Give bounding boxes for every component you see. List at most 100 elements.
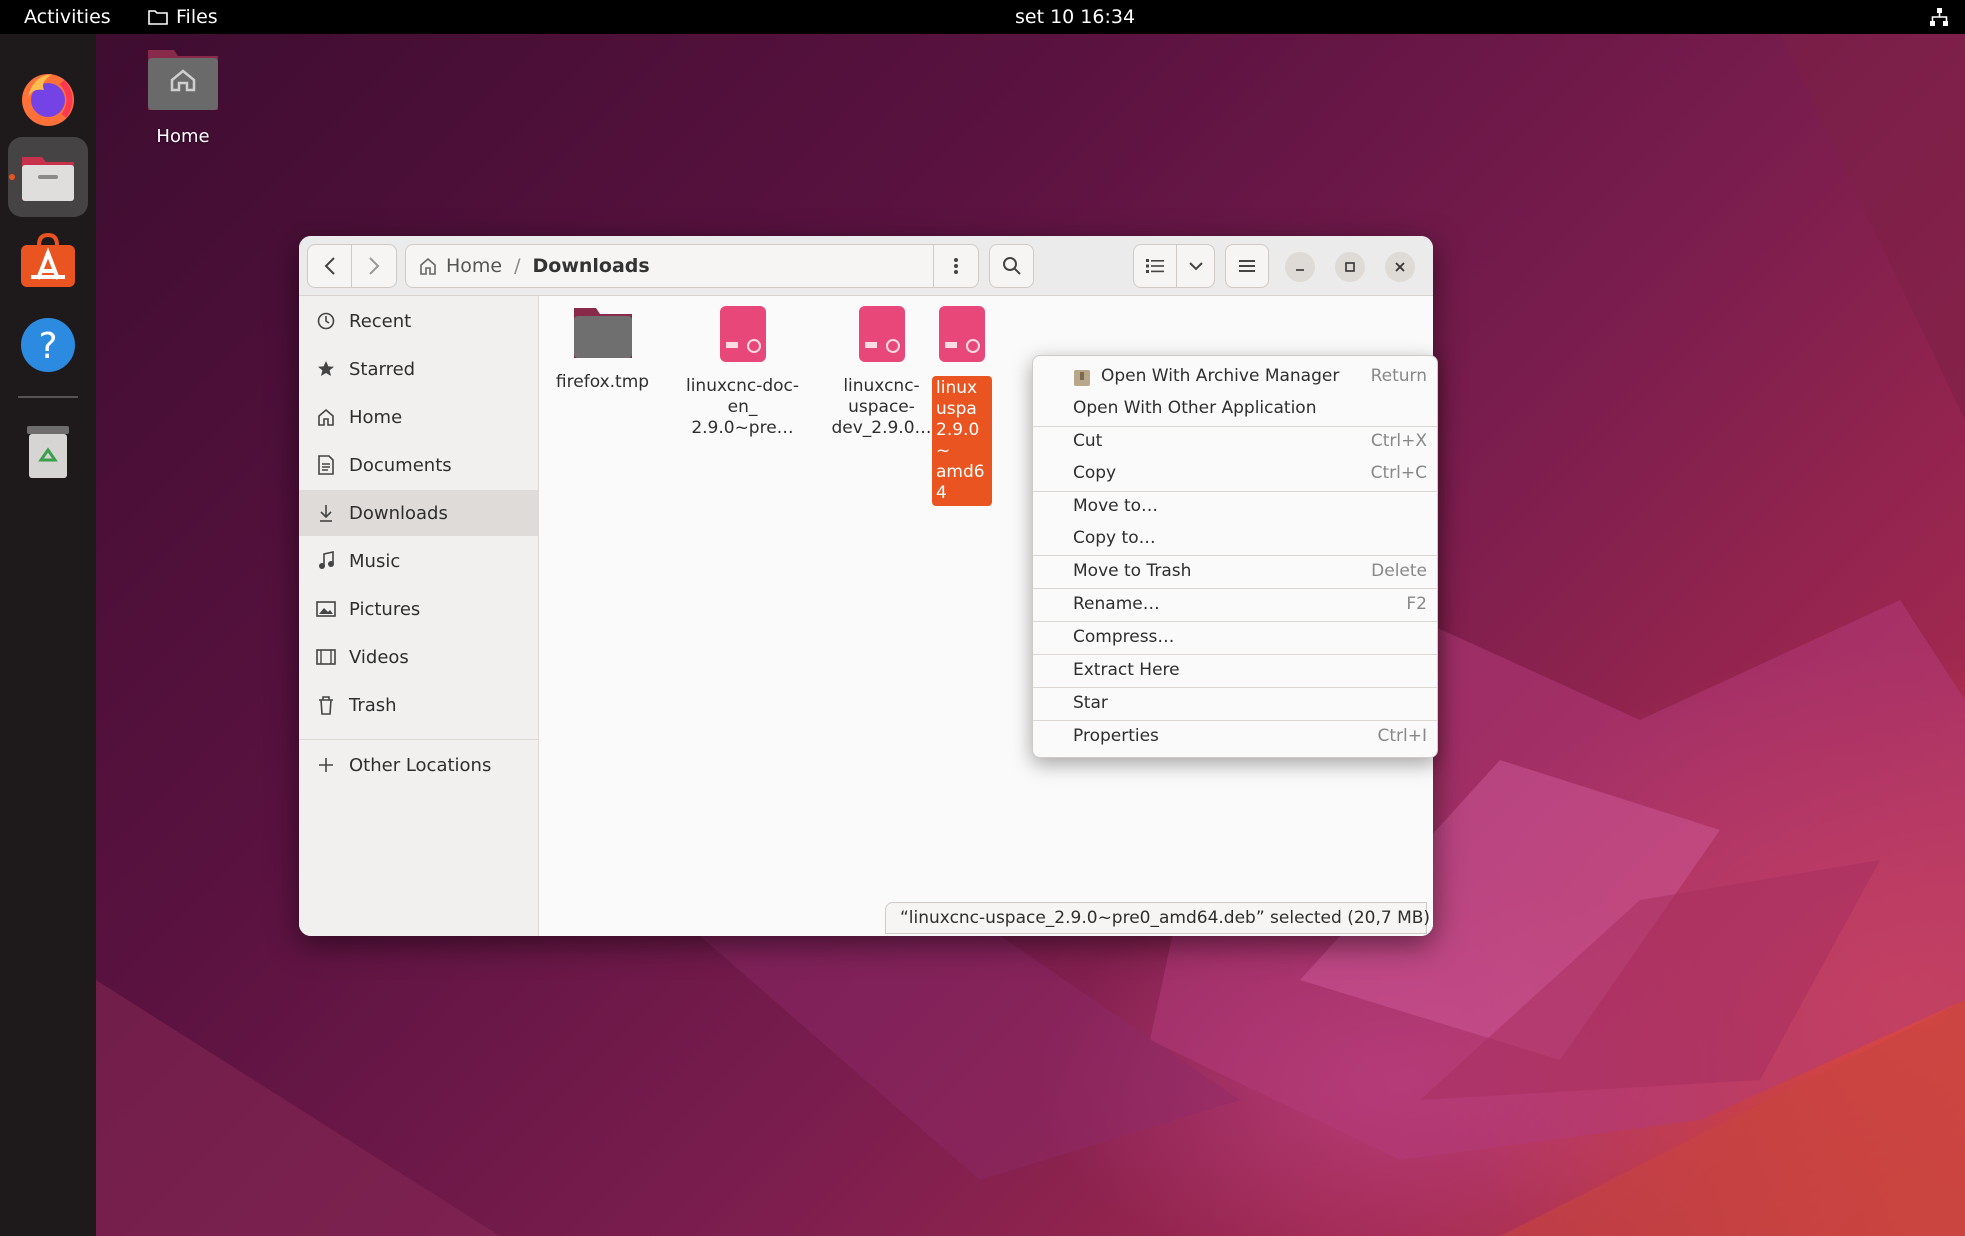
dock-help[interactable]: ? bbox=[8, 305, 88, 385]
menu-item-cut[interactable]: Cut Ctrl+X bbox=[1033, 425, 1437, 457]
menu-item-open-archive-manager[interactable]: Open With Archive Manager Return bbox=[1033, 360, 1437, 392]
dock-trash[interactable] bbox=[8, 412, 88, 492]
breadcrumb-home[interactable]: Home bbox=[418, 255, 502, 277]
trash-icon bbox=[27, 426, 69, 478]
desktop-home-icon[interactable]: Home bbox=[140, 46, 226, 147]
sidebar-item-home[interactable]: Home bbox=[299, 394, 538, 440]
network-icon[interactable] bbox=[1929, 7, 1949, 32]
menu-item-properties[interactable]: Properties Ctrl+I bbox=[1033, 720, 1437, 752]
help-icon: ? bbox=[21, 318, 75, 372]
deb-package-icon bbox=[719, 306, 766, 362]
dock: ? bbox=[0, 34, 96, 1236]
minimize-button[interactable] bbox=[1285, 252, 1315, 282]
menu-item-copy-to[interactable]: Copy to… bbox=[1033, 522, 1437, 554]
menu-item-label: Star bbox=[1073, 693, 1108, 713]
view-list-button[interactable] bbox=[1133, 244, 1177, 288]
clock[interactable]: set 10 16:34 bbox=[1015, 6, 1135, 28]
menu-item-label: Properties bbox=[1073, 726, 1159, 746]
sidebar-item-label: Other Locations bbox=[349, 754, 492, 776]
folder-icon bbox=[573, 308, 632, 358]
back-button[interactable] bbox=[307, 244, 352, 288]
file-item[interactable]: linuxcnc-uspace-dev_2.9.0… bbox=[819, 304, 944, 439]
file-item[interactable]: firefox.tmp bbox=[540, 304, 665, 393]
file-item[interactable]: linuxcnc-doc-en_ 2.9.0~pre… bbox=[680, 304, 805, 439]
plus-icon bbox=[315, 754, 337, 776]
dock-app-center[interactable] bbox=[8, 220, 88, 300]
file-item-selected[interactable]: linux uspa 2.9.0~ amd64 bbox=[932, 304, 992, 506]
desktop: Activities Files set 10 16:34 ? Home Hom… bbox=[0, 0, 1965, 1236]
star-icon bbox=[315, 358, 337, 380]
sidebar-item-label: Videos bbox=[349, 646, 409, 668]
sidebar-item-pictures[interactable]: Pictures bbox=[299, 586, 538, 632]
menu-item-label: Copy bbox=[1073, 463, 1117, 483]
breadcrumb-downloads[interactable]: Downloads bbox=[533, 255, 650, 277]
maximize-button[interactable] bbox=[1335, 252, 1365, 282]
path-bar: Home / Downloads bbox=[405, 244, 934, 288]
menu-item-extract-here[interactable]: Extract Here bbox=[1033, 654, 1437, 686]
close-button[interactable] bbox=[1385, 252, 1415, 282]
minimize-icon bbox=[1296, 269, 1304, 271]
menu-item-rename[interactable]: Rename… F2 bbox=[1033, 588, 1437, 620]
archive-manager-icon bbox=[1074, 370, 1090, 386]
file-name: linuxcnc-uspace-dev_2.9.0… bbox=[831, 376, 932, 438]
main-menu-button[interactable] bbox=[1225, 244, 1269, 288]
menu-item-label: Rename… bbox=[1073, 594, 1160, 614]
sidebar-item-label: Downloads bbox=[349, 502, 448, 524]
sidebar-item-starred[interactable]: Starred bbox=[299, 346, 538, 392]
app-menu-files[interactable]: Files bbox=[148, 6, 218, 28]
menu-item-shortcut: Ctrl+C bbox=[1370, 463, 1427, 483]
menu-item-label: Copy to… bbox=[1073, 528, 1156, 548]
menu-item-shortcut: Return bbox=[1370, 366, 1427, 386]
list-view-icon bbox=[1146, 259, 1164, 273]
menu-item-copy[interactable]: Copy Ctrl+C bbox=[1033, 457, 1437, 489]
forward-button[interactable] bbox=[352, 244, 397, 288]
document-icon bbox=[315, 454, 337, 476]
search-icon bbox=[1002, 257, 1021, 275]
breadcrumb-home-label: Home bbox=[446, 255, 503, 277]
running-indicator bbox=[9, 174, 15, 180]
sidebar-item-label: Pictures bbox=[349, 598, 421, 620]
sidebar-item-recent[interactable]: Recent bbox=[299, 298, 538, 344]
sidebar: Recent Starred Home Documents Downloads … bbox=[299, 296, 539, 936]
dock-firefox[interactable] bbox=[8, 58, 88, 138]
sidebar-item-trash[interactable]: Trash bbox=[299, 682, 538, 728]
file-name: linuxcnc-doc-en_ 2.9.0~pre… bbox=[685, 376, 800, 438]
dock-files[interactable] bbox=[8, 137, 88, 217]
path-menu-button[interactable] bbox=[934, 244, 979, 288]
sidebar-item-label: Recent bbox=[349, 310, 412, 332]
sidebar-item-downloads[interactable]: Downloads bbox=[299, 490, 538, 536]
menu-item-compress[interactable]: Compress… bbox=[1033, 621, 1437, 653]
menu-item-open-other-app[interactable]: Open With Other Application bbox=[1033, 392, 1437, 424]
sidebar-item-videos[interactable]: Videos bbox=[299, 634, 538, 680]
sidebar-item-documents[interactable]: Documents bbox=[299, 442, 538, 488]
app-menu-label: Files bbox=[176, 6, 218, 28]
menu-item-star[interactable]: Star bbox=[1033, 687, 1437, 719]
picture-icon bbox=[315, 598, 337, 620]
menu-item-move-to-trash[interactable]: Move to Trash Delete bbox=[1033, 555, 1437, 587]
menu-item-label: Move to Trash bbox=[1073, 561, 1192, 581]
activities-button[interactable]: Activities bbox=[24, 6, 111, 28]
desktop-home-label: Home bbox=[156, 126, 210, 147]
chevron-left-icon bbox=[324, 257, 335, 275]
menu-item-move-to[interactable]: Move to… bbox=[1033, 490, 1437, 522]
download-icon bbox=[315, 502, 337, 524]
chevron-down-icon bbox=[1188, 262, 1203, 271]
menu-item-shortcut: Ctrl+I bbox=[1377, 726, 1427, 746]
home-icon bbox=[315, 406, 337, 428]
sidebar-item-other-locations[interactable]: Other Locations bbox=[299, 742, 538, 788]
dock-separator bbox=[18, 396, 78, 398]
view-options-dropdown[interactable] bbox=[1177, 244, 1215, 288]
menu-item-label: Compress… bbox=[1073, 627, 1175, 647]
trash-icon bbox=[315, 694, 337, 716]
search-button[interactable] bbox=[989, 244, 1034, 288]
sidebar-item-label: Home bbox=[349, 406, 403, 428]
svg-text:?: ? bbox=[38, 326, 57, 367]
maximize-icon bbox=[1345, 262, 1355, 272]
files-icon bbox=[22, 157, 74, 201]
sidebar-item-label: Documents bbox=[349, 454, 452, 476]
menu-item-shortcut: F2 bbox=[1406, 594, 1427, 614]
app-center-icon bbox=[21, 232, 75, 287]
film-icon bbox=[315, 646, 337, 668]
sidebar-item-music[interactable]: Music bbox=[299, 538, 538, 584]
context-menu: Open With Archive Manager Return Open Wi… bbox=[1032, 355, 1438, 758]
